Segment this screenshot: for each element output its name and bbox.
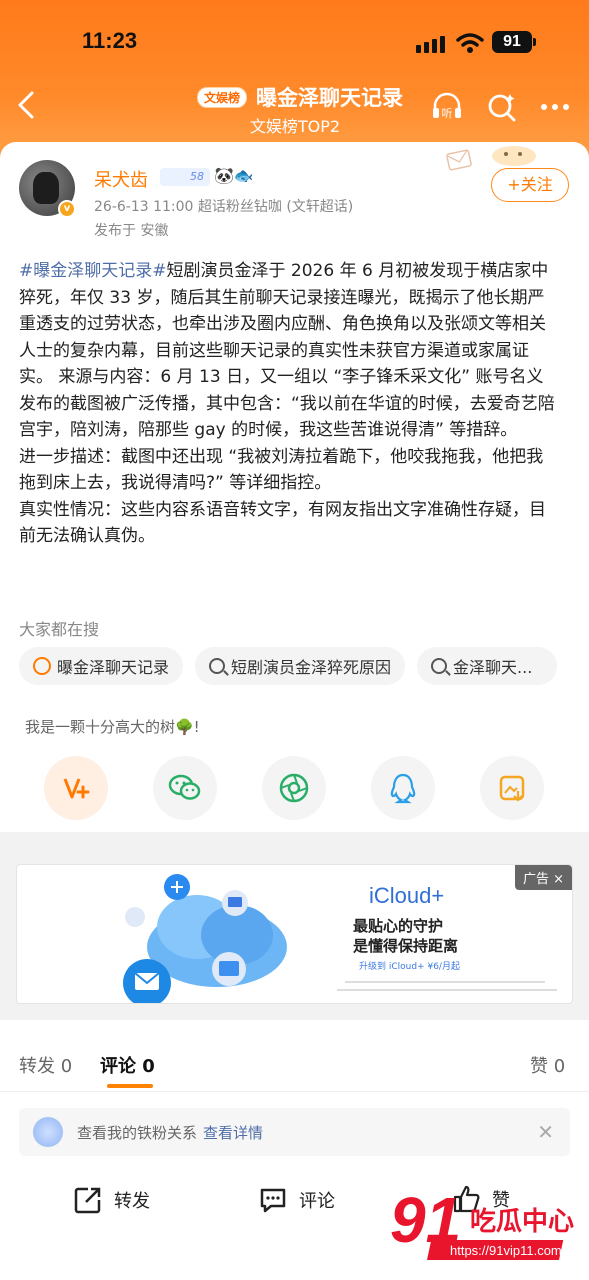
close-icon[interactable]: ✕ — [537, 1120, 554, 1144]
follow-button[interactable]: +关注 — [491, 168, 569, 202]
ad-fine-print — [337, 989, 557, 991]
tab-repost[interactable]: 转发 0 — [19, 1052, 72, 1078]
svg-text:吃瓜中心: 吃瓜中心 — [470, 1207, 574, 1237]
post-text-1: 短剧演员金泽于 2026 年 6 月初被发现于横店家中猝死，年仅 33 岁，随后… — [19, 261, 555, 440]
post-text-2: 进一步描述：截图中还出现 “我被刘涛拉着跪下，他咬我拖我，他把我拖到床上去，我说… — [19, 446, 544, 494]
page-subtitle: 文娱榜TOP2 — [249, 117, 341, 136]
hot-search-icon — [33, 657, 51, 675]
active-tab-indicator — [107, 1084, 153, 1088]
post-card: v 呆犬齿 58 🐼🐟 26-6-13 11:00 超话粉丝钻咖 (文轩超话) … — [0, 142, 589, 832]
verified-badge-icon: v — [58, 200, 76, 218]
fan-badges-icon: 🐼🐟 — [214, 166, 254, 185]
fans-relation-bar[interactable]: 查看我的铁粉关系 查看详情 ✕ — [19, 1108, 570, 1156]
icloud-illustration-icon — [123, 874, 287, 1003]
battery-indicator: 91 — [492, 31, 536, 53]
advertisement-banner[interactable]: iCloud+ 最贴心的守护 是懂得保持距离 升级到 iCloud+ ¥6/月起… — [16, 864, 573, 1004]
site-watermark-logo: 91 吃瓜中心 https://91vip11.com — [390, 1184, 574, 1260]
signal-icon — [416, 36, 445, 53]
comment-label: 评论 — [299, 1191, 335, 1212]
share-weibo-button[interactable] — [44, 756, 108, 820]
search-icon — [431, 658, 448, 674]
search-icon — [209, 658, 226, 674]
ad-subtext: 升级到 iCloud+ ¥6/月起 — [359, 962, 460, 972]
share-moments-button[interactable] — [262, 756, 326, 820]
post-time-meta: 26-6-13 11:00 超话粉丝钻咖 (文轩超话) — [94, 199, 354, 215]
status-bar: 11:23 91 — [0, 28, 589, 60]
post-hashtag[interactable]: #曝金泽聊天记录# — [19, 261, 167, 281]
save-image-button[interactable] — [480, 756, 544, 820]
search-chips: 曝金泽聊天记录 短剧演员金泽猝死原因 金泽聊天... — [19, 647, 558, 685]
listen-icon[interactable]: 听 — [430, 90, 464, 124]
share-qq-button[interactable] — [371, 756, 435, 820]
save-image-icon — [499, 775, 525, 802]
post-text-3: 真实性情况：这些内容系语音转文字，有网友指出文字准确性存疑，目前无法确认真伪。 — [19, 499, 546, 547]
qq-icon — [390, 773, 416, 804]
share-wechat-button[interactable] — [153, 756, 217, 820]
back-icon[interactable] — [14, 90, 38, 120]
moments-icon — [279, 773, 309, 803]
search-chip-label: 金泽聊天... — [453, 658, 533, 677]
search-chip[interactable]: 曝金泽聊天记录 — [19, 647, 184, 685]
search-chip-label: 曝金泽聊天记录 — [57, 658, 170, 677]
interaction-tabs: 转发 0 评论 0 赞 0 — [0, 1020, 589, 1092]
header: 11:23 91 文娱榜 曝金泽聊天记录 文娱榜TOP2 听 — [0, 0, 589, 160]
rank-badge: 文娱榜 — [196, 86, 247, 108]
more-icon[interactable] — [538, 90, 572, 124]
repost-icon — [74, 1187, 101, 1214]
page-title: 曝金泽聊天记录 — [256, 86, 404, 110]
user-level-badge: 58 — [160, 168, 210, 186]
fans-text: 查看我的铁粉关系 — [77, 1123, 198, 1142]
fans-detail-link[interactable]: 查看详情 — [203, 1122, 263, 1143]
wechat-icon — [168, 774, 201, 800]
author-name[interactable]: 呆犬齿 — [94, 166, 148, 192]
post-location: 发布于 安徽 — [94, 223, 169, 239]
repost-label: 转发 — [114, 1191, 150, 1212]
tab-like[interactable]: 赞 0 — [530, 1052, 565, 1078]
search-chip[interactable]: 短剧演员金泽猝死原因 — [195, 647, 406, 685]
share-prompt: 我是一颗十分高大的树🌳! — [25, 718, 200, 736]
search-chip-label: 短剧演员金泽猝死原因 — [231, 658, 392, 677]
fan-badge-icon — [33, 1117, 63, 1147]
ad-close-label[interactable]: 广告 × — [514, 865, 572, 890]
comment-icon — [260, 1188, 286, 1213]
repost-button[interactable]: 转发 — [72, 1184, 150, 1216]
ad-headline-1: 最贴心的守护 — [353, 917, 444, 935]
svg-text:https://91vip11.com: https://91vip11.com — [450, 1243, 562, 1258]
page-title-group: 文娱榜 曝金泽聊天记录 — [180, 82, 420, 112]
post-body: #曝金泽聊天记录#短剧演员金泽于 2026 年 6 月初被发现于横店家中猝死，年… — [19, 258, 559, 550]
ad-fine-print — [345, 981, 545, 983]
search-heading: 大家都在搜 — [19, 620, 100, 639]
share-row — [44, 756, 544, 820]
search-sparkle-icon[interactable] — [485, 90, 519, 124]
comment-button[interactable]: 评论 — [257, 1184, 335, 1216]
status-time: 11:23 — [82, 28, 138, 53]
ad-brand: iCloud+ — [369, 883, 445, 908]
listen-label: 听 — [442, 107, 453, 120]
wifi-icon — [456, 33, 484, 53]
weibo-repost-icon — [63, 778, 90, 799]
ad-headline-2: 是懂得保持距离 — [353, 937, 459, 955]
search-chip[interactable]: 金泽聊天... — [417, 647, 558, 685]
tab-comment[interactable]: 评论 0 — [100, 1052, 155, 1078]
